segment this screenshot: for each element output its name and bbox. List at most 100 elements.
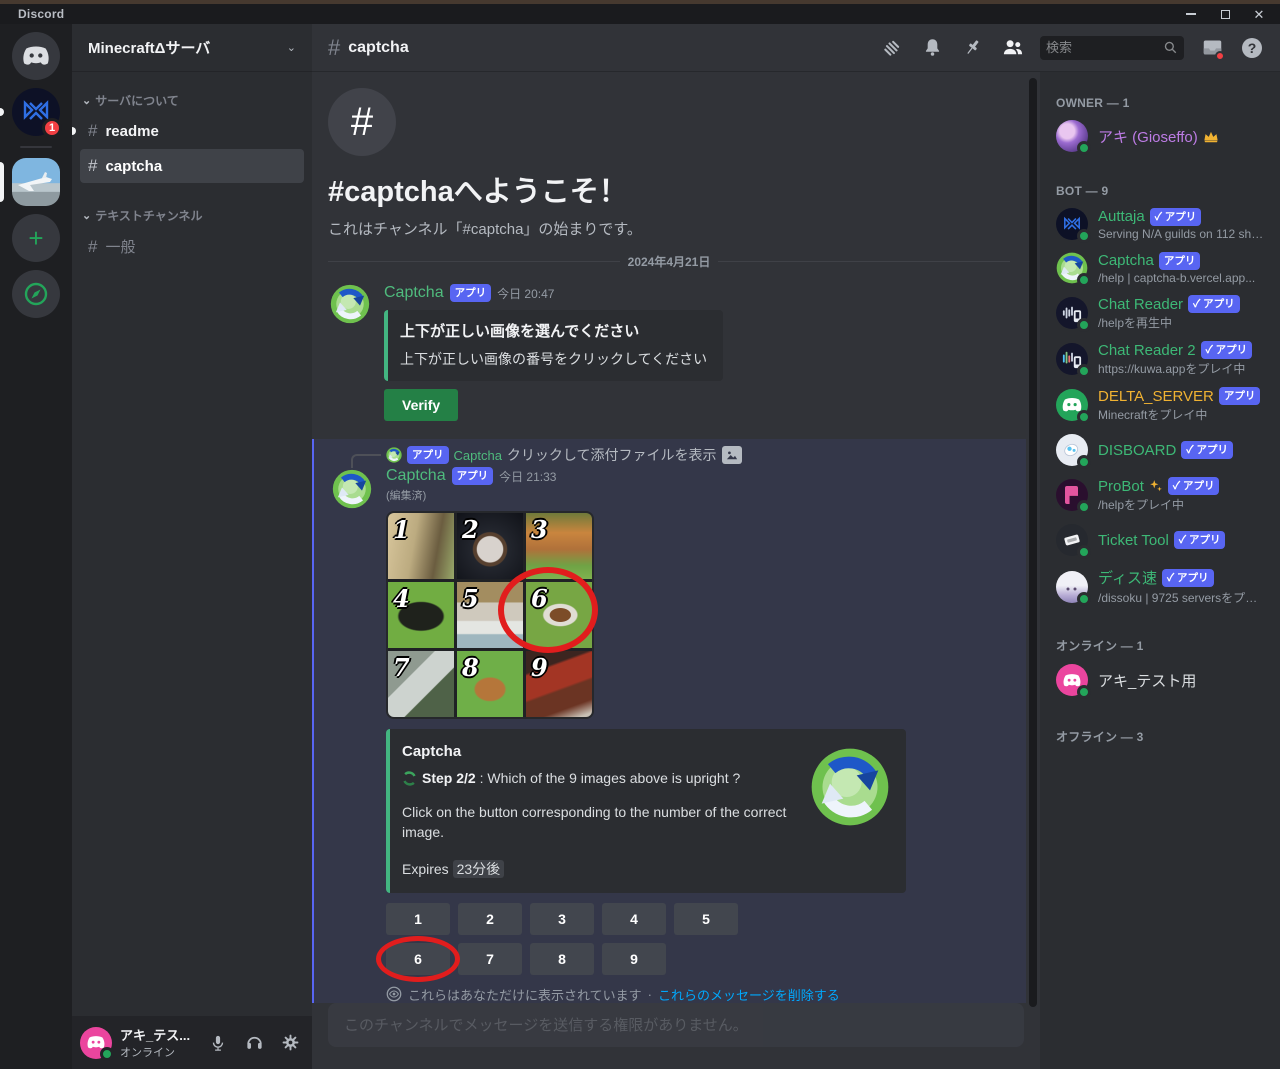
channel-category-text[interactable]: ⌄ テキストチャンネル [80, 201, 304, 228]
server-header[interactable]: MinecraftΔサーバ ⌄ [72, 24, 312, 72]
welcome-block: # #captchaへようこそ！ これはチャンネル「#captcha」の始まりで… [312, 72, 1026, 239]
channel-item-captcha[interactable]: # captcha [80, 149, 304, 183]
member-badge: ✓ アプリ [1162, 569, 1214, 587]
composer [312, 1003, 1040, 1069]
answer-button-1[interactable]: 1 [386, 903, 450, 935]
member-row-auttaja[interactable]: Auttaja✓ アプリ Serving N/A guilds on 112 s… [1048, 202, 1272, 246]
user-info[interactable]: アキ_テス... オンライン [120, 1025, 196, 1060]
member-row-chat-reader[interactable]: Chat Reader✓ アプリ /helpを再生中 [1048, 290, 1272, 336]
author-name[interactable]: Captcha [386, 467, 446, 485]
settings-button[interactable] [276, 1029, 304, 1057]
member-row-online-user[interactable]: アキ_テスト用 [1048, 658, 1272, 702]
notifications-button[interactable] [920, 36, 944, 60]
explore-button[interactable] [12, 270, 60, 318]
captcha-image-grid[interactable]: 1 2 3 4 5 6 7 8 9 [386, 511, 594, 719]
composer-box [328, 1003, 1024, 1047]
user-avatar[interactable] [80, 1027, 112, 1059]
answer-button-7[interactable]: 7 [458, 943, 522, 975]
online-status-dot [1077, 318, 1091, 332]
answer-button-3[interactable]: 3 [530, 903, 594, 935]
member-row-probot[interactable]: ProBot ✓ アプリ /helpをプレイ中 [1048, 472, 1272, 518]
answer-button-9[interactable]: 9 [602, 943, 666, 975]
inbox-button[interactable] [1200, 36, 1224, 60]
grid-cell-3: 3 [526, 513, 592, 579]
eye-icon [386, 986, 402, 1002]
category-chevron-icon: ⌄ [82, 209, 91, 222]
answer-button-8[interactable]: 8 [530, 943, 594, 975]
help-button[interactable]: ? [1240, 36, 1264, 60]
member-row-delta-server[interactable]: DELTA_SERVERアプリ Minecraftをプレイ中 [1048, 382, 1272, 428]
online-status-dot [1077, 545, 1091, 559]
member-row-ticket-tool[interactable]: Ticket Tool ✓ アプリ [1048, 518, 1272, 562]
maximize-button[interactable] [1212, 6, 1238, 22]
minimize-button[interactable] [1178, 6, 1204, 22]
answer-button-6[interactable]: 6 [386, 943, 450, 975]
mention-badge: 1 [42, 118, 62, 138]
embed-description: 上下が正しい画像の番号をクリックしてください [400, 349, 707, 369]
chat-area: # #captchaへようこそ！ これはチャンネル「#captcha」の始まりで… [312, 72, 1040, 1069]
titlebar: Discord ✕ [0, 4, 1280, 24]
inbox-notification-dot [1215, 51, 1225, 61]
app-title: Discord [18, 7, 64, 21]
message-input[interactable] [344, 1017, 1008, 1034]
channel-item-general[interactable]: # 一般 [80, 229, 304, 264]
message-scroll[interactable]: # #captchaへようこそ！ これはチャンネル「#captcha」の始まりで… [312, 72, 1040, 1003]
member-badge: ✓ アプリ [1201, 341, 1253, 359]
headphones-button[interactable] [240, 1029, 268, 1057]
search-input[interactable] [1046, 40, 1163, 55]
offline-section-header: オフライン — 3 [1048, 720, 1272, 749]
verify-button[interactable]: Verify [384, 389, 458, 421]
grid-number: 9 [531, 653, 548, 682]
headphones-icon [245, 1033, 264, 1052]
member-badge: ✓ アプリ [1188, 295, 1240, 313]
edited-label: (編集済) [386, 487, 1010, 503]
member-row-captcha[interactable]: Captchaアプリ /help | captcha-b.vercel.app.… [1048, 246, 1272, 290]
step-spinner-icon [402, 771, 417, 786]
answer-button-4[interactable]: 4 [602, 903, 666, 935]
author-name[interactable]: Captcha [384, 284, 444, 302]
pin-button[interactable] [960, 36, 984, 60]
member-status: /helpを再生中 [1098, 314, 1264, 331]
answer-button-5[interactable]: 5 [674, 903, 738, 935]
channel-title: captcha [348, 39, 408, 57]
member-row-owner[interactable]: アキ (Gioseffo) [1048, 114, 1272, 158]
grid-cell-8: 8 [457, 651, 523, 717]
timestamp: 今日 21:33 [499, 468, 556, 485]
online-status-dot [1077, 685, 1091, 699]
reply-text[interactable]: クリックして添付ファイルを表示 [507, 445, 717, 465]
channel-category-about[interactable]: ⌄ サーバについて [80, 86, 304, 113]
mic-button[interactable] [204, 1029, 232, 1057]
server-icon-current[interactable] [12, 158, 60, 206]
captcha-image-attachment[interactable]: 1 2 3 4 5 6 7 8 9 [386, 511, 594, 719]
chat-scrollbar[interactable] [1029, 78, 1037, 1007]
member-row-disboard[interactable]: DISBOARD✓ アプリ [1048, 428, 1272, 472]
channel-label: captcha [105, 158, 162, 175]
avatar[interactable] [330, 284, 370, 324]
channel-hash-icon: # [328, 35, 340, 61]
answer-buttons: 1 2 3 4 5 6 7 8 [386, 903, 738, 975]
home-button[interactable] [12, 32, 60, 80]
server-icon-unread[interactable]: 1 [12, 88, 60, 136]
member-status: /dissoku | 9725 serversをプレ... [1098, 589, 1264, 606]
add-server-button[interactable]: + [12, 214, 60, 262]
member-badge: ✓ アプリ [1174, 531, 1226, 549]
delete-messages-link[interactable]: これらのメッセージを削除する [658, 985, 840, 1003]
threads-button[interactable] [880, 36, 904, 60]
expires-timestamp: 23分後 [453, 860, 505, 878]
reply-author[interactable]: Captcha [454, 448, 502, 463]
threads-icon [881, 37, 903, 59]
member-name: Ticket Tool [1098, 532, 1169, 549]
online-status-dot [1077, 410, 1091, 424]
avatar[interactable] [332, 469, 372, 509]
maximize-icon [1221, 10, 1230, 19]
member-status: /help | captcha-b.vercel.app... [1098, 271, 1264, 285]
members-button[interactable] [1000, 36, 1024, 60]
reply-bar[interactable]: アプリ Captcha クリックして添付ファイルを表示 [314, 445, 1026, 465]
channel-item-readme[interactable]: # readme [80, 114, 304, 148]
member-row-dissoku[interactable]: ディス速✓ アプリ /dissoku | 9725 serversをプレ... [1048, 562, 1272, 611]
member-badge: アプリ [1219, 387, 1261, 405]
member-name: DISBOARD [1098, 442, 1176, 459]
close-button[interactable]: ✕ [1246, 6, 1272, 22]
answer-button-2[interactable]: 2 [458, 903, 522, 935]
member-row-chat-reader-2[interactable]: Chat Reader 2✓ アプリ https://kuwa.appをプレイ中 [1048, 336, 1272, 382]
